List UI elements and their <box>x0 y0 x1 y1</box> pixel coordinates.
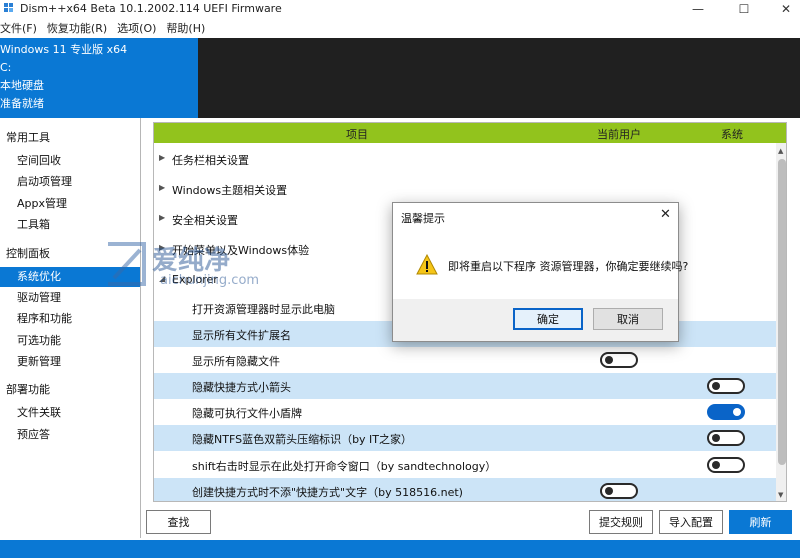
status-bar <box>0 540 800 558</box>
expand-arrow-icon[interactable]: ▶ <box>159 243 165 252</box>
drive-letter: C: <box>0 61 12 74</box>
close-window-button[interactable]: ✕ <box>764 0 800 18</box>
table-row[interactable]: shift右击时显示在此处打开命令窗口（by sandtechnology） <box>154 452 776 478</box>
refresh-button[interactable]: 刷新 <box>729 510 792 534</box>
system-toggle-switch[interactable] <box>707 378 745 394</box>
menu-restore[interactable]: 恢复功能(R) <box>42 20 112 36</box>
column-header-system[interactable]: 系统 <box>721 126 743 142</box>
submit-rule-button[interactable]: 提交规则 <box>589 510 653 534</box>
scroll-up-arrow-icon[interactable]: ▲ <box>778 147 783 155</box>
import-config-button[interactable]: 导入配置 <box>659 510 723 534</box>
menu-file[interactable]: 文件(F) <box>0 20 42 36</box>
sidebar-group-common-tools: 常用工具 <box>6 131 50 144</box>
header-background <box>198 38 800 118</box>
title-bar: Dism++x64 Beta 10.1.2002.114 UEFI Firmwa… <box>0 0 800 18</box>
expand-arrow-icon[interactable]: ▶ <box>159 153 165 162</box>
table-row[interactable]: 隐藏NTFS蓝色双箭头压缩标识（by IT之家） <box>154 425 776 451</box>
dialog-cancel-button[interactable]: 取消 <box>593 308 663 330</box>
scrollbar-thumb[interactable] <box>778 159 786 465</box>
collapse-arrow-icon[interactable]: ◢ <box>159 274 165 283</box>
sidebar-group-deploy: 部署功能 <box>6 383 50 396</box>
table-row[interactable]: 创建快捷方式时不添"快捷方式"文字（by 518516.net) <box>154 478 776 501</box>
minimize-button[interactable]: — <box>676 0 720 18</box>
sidebar: 常用工具 空间回收 启动项管理 Appx管理 工具箱 控制面板 系统优化 驱动管… <box>0 118 141 538</box>
session-info-panel[interactable]: Windows 11 专业版 x64 C: 本地硬盘 准备就绪 <box>0 38 198 118</box>
section-row-theme[interactable]: ▶ Windows主题相关设置 <box>154 176 776 202</box>
sidebar-item-appx-manager[interactable]: Appx管理 <box>0 194 140 214</box>
user-toggle-switch[interactable] <box>600 483 638 499</box>
sidebar-item-programs-features[interactable]: 程序和功能 <box>0 309 140 329</box>
dialog-message: 即将重启以下程序 资源管理器，你确定要继续吗? <box>448 260 689 273</box>
dialog-close-button[interactable]: ✕ <box>660 207 671 222</box>
table-header: 项目 当前用户 系统 <box>154 123 786 143</box>
window-title: Dism++x64 Beta 10.1.2002.114 UEFI Firmwa… <box>20 2 282 15</box>
scroll-down-arrow-icon[interactable]: ▼ <box>778 491 783 499</box>
warning-icon <box>416 254 438 275</box>
table-row[interactable]: 显示所有隐藏文件 <box>154 347 776 373</box>
sidebar-item-system-optimization[interactable]: 系统优化 <box>0 267 140 287</box>
maximize-button[interactable]: ☐ <box>722 0 766 18</box>
disk-type: 本地硬盘 <box>0 79 44 92</box>
sidebar-item-answer-file[interactable]: 预应答 <box>0 425 140 445</box>
column-header-item[interactable]: 项目 <box>346 126 368 142</box>
sidebar-group-control-panel: 控制面板 <box>6 247 50 260</box>
user-toggle-switch[interactable] <box>600 352 638 368</box>
sidebar-item-update-manager[interactable]: 更新管理 <box>0 352 140 372</box>
sidebar-item-driver-manager[interactable]: 驱动管理 <box>0 288 140 308</box>
sidebar-item-optional-features[interactable]: 可选功能 <box>0 331 140 351</box>
section-row-taskbar[interactable]: ▶ 任务栏相关设置 <box>154 146 776 172</box>
system-toggle-switch[interactable] <box>707 430 745 446</box>
session-status: 准备就绪 <box>0 97 44 110</box>
sidebar-item-space-cleanup[interactable]: 空间回收 <box>0 151 140 171</box>
table-row[interactable]: 隐藏快捷方式小箭头 <box>154 373 776 399</box>
confirm-dialog: 温馨提示 ✕ 即将重启以下程序 资源管理器，你确定要继续吗? 确定 取消 <box>392 202 688 342</box>
column-header-current-user[interactable]: 当前用户 <box>597 126 641 142</box>
search-button[interactable]: 查找 <box>146 510 211 534</box>
sidebar-item-toolbox[interactable]: 工具箱 <box>0 215 140 235</box>
dism-app-icon <box>4 3 13 12</box>
expand-arrow-icon[interactable]: ▶ <box>159 213 165 222</box>
menu-bar: 文件(F) 恢复功能(R) 选项(O) 帮助(H) <box>0 18 800 38</box>
menu-options[interactable]: 选项(O) <box>112 20 161 36</box>
dialog-footer: 确定 取消 <box>393 299 678 341</box>
dialog-title: 温馨提示 <box>401 212 445 225</box>
menu-help[interactable]: 帮助(H) <box>161 20 210 36</box>
dialog-ok-button[interactable]: 确定 <box>513 308 583 330</box>
sidebar-item-file-association[interactable]: 文件关联 <box>0 403 140 423</box>
table-row[interactable]: 隐藏可执行文件小盾牌 <box>154 399 776 425</box>
system-toggle-switch[interactable] <box>707 404 745 420</box>
system-toggle-switch[interactable] <box>707 457 745 473</box>
os-name: Windows 11 专业版 x64 <box>0 43 128 56</box>
expand-arrow-icon[interactable]: ▶ <box>159 183 165 192</box>
sidebar-item-startup-manager[interactable]: 启动项管理 <box>0 172 140 192</box>
